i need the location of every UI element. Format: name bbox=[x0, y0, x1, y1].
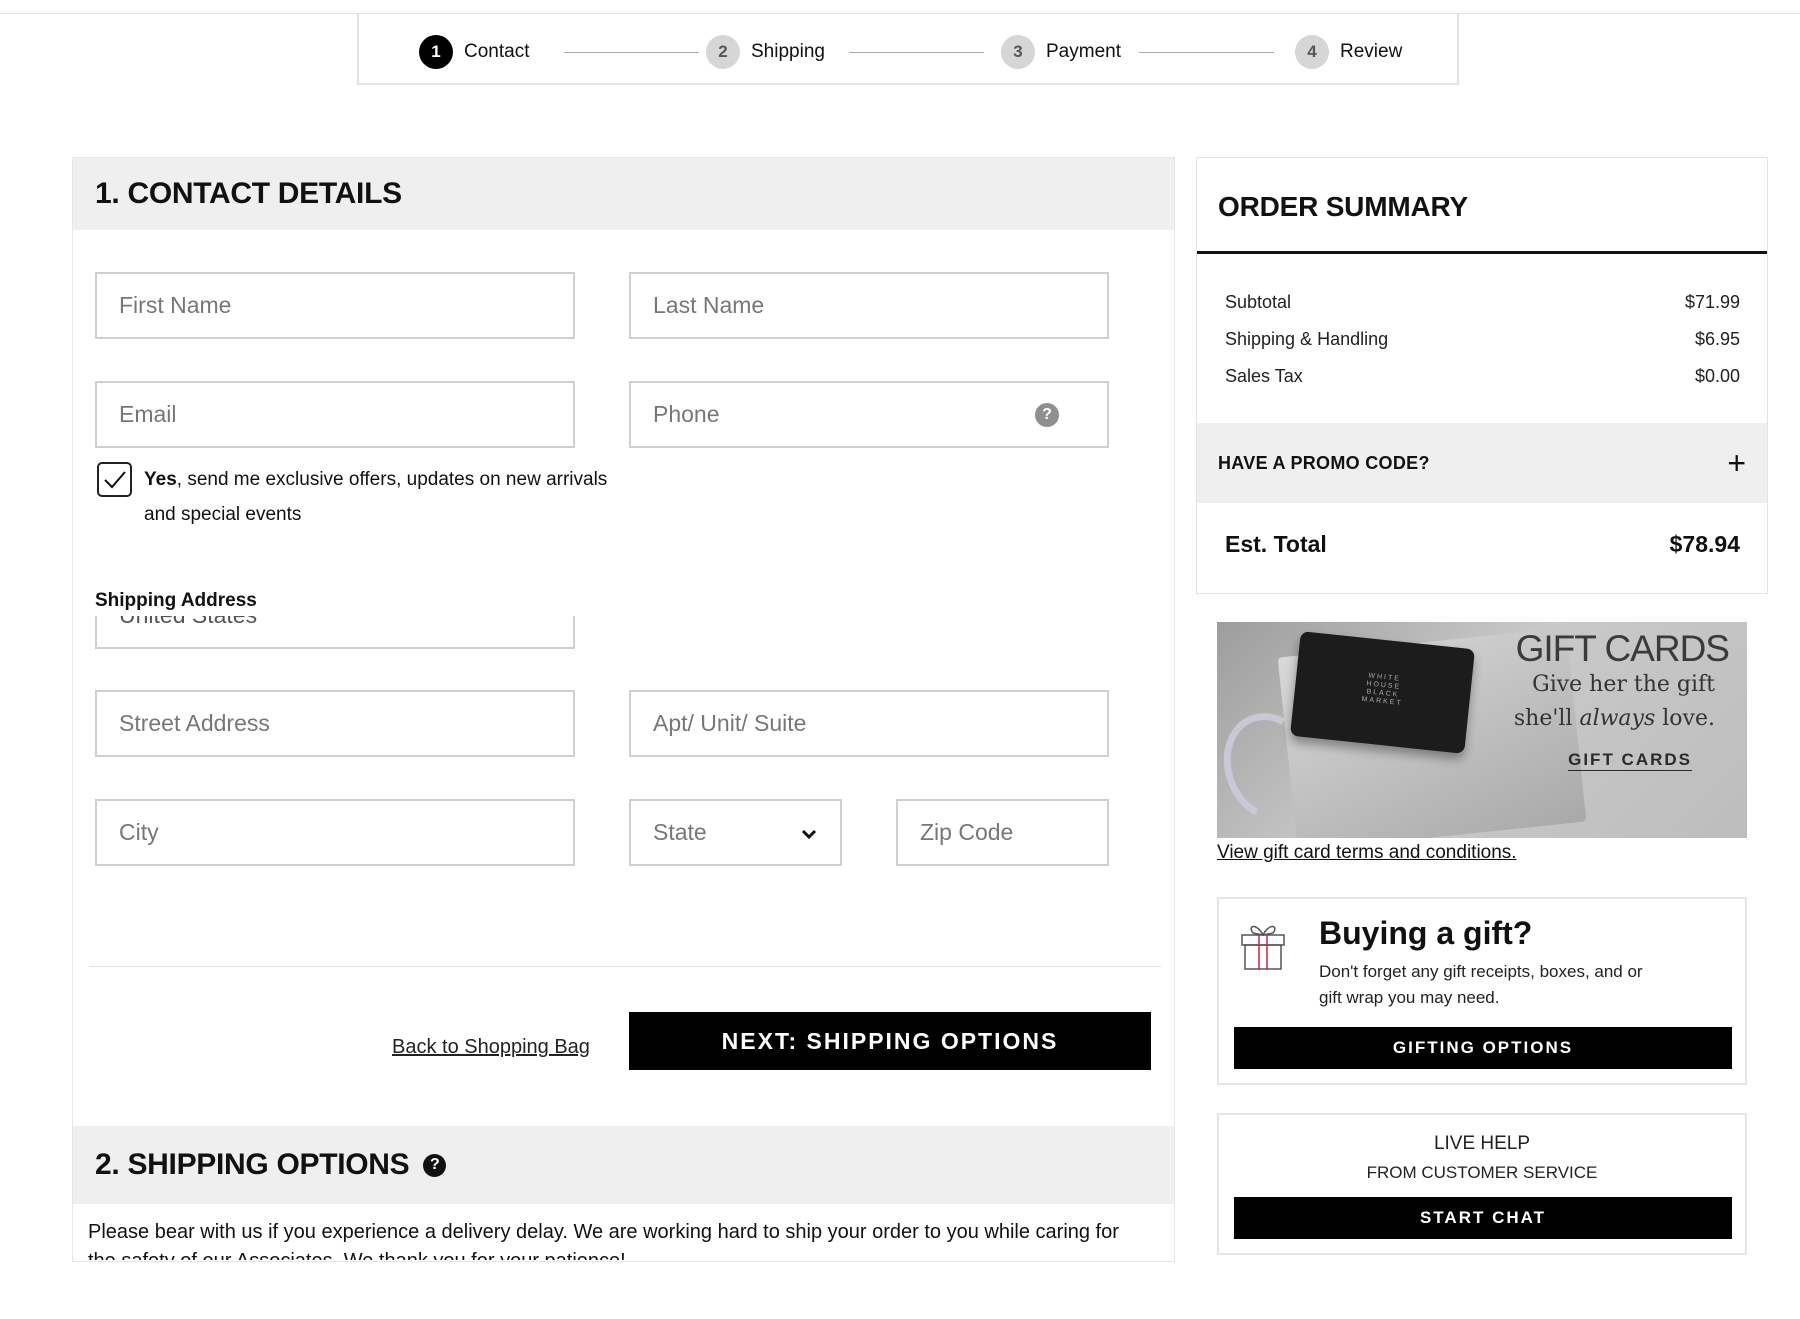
optin-message: , send me exclusive offers, updates on n… bbox=[144, 469, 608, 525]
marketing-optin[interactable]: Yes, send me exclusive offers, updates o… bbox=[97, 462, 644, 532]
estimated-total: Est. Total $78.94 bbox=[1225, 531, 1740, 558]
optin-yes: Yes bbox=[144, 469, 177, 490]
start-chat-button[interactable]: START CHAT bbox=[1234, 1197, 1732, 1239]
step-contact[interactable]: 1 Contact bbox=[419, 35, 529, 69]
email-input[interactable] bbox=[119, 401, 573, 428]
delivery-notice: Please bear with us if you experience a … bbox=[88, 1221, 1119, 1260]
live-help-card: LIVE HELP FROM CUSTOMER SERVICE START CH… bbox=[1217, 1113, 1747, 1255]
country-value: United States bbox=[119, 616, 257, 629]
step-label: Payment bbox=[1046, 41, 1121, 62]
first-name-field[interactable] bbox=[95, 272, 575, 339]
section-title: 2. SHIPPING OPTIONS bbox=[95, 1148, 410, 1181]
order-summary: ORDER SUMMARY Subtotal $71.99 Shipping &… bbox=[1196, 157, 1768, 594]
optin-checkbox[interactable] bbox=[97, 462, 132, 497]
buying-gift-title: Buying a gift? bbox=[1319, 915, 1533, 951]
email-field[interactable] bbox=[95, 381, 575, 448]
step-label: Contact bbox=[464, 41, 530, 62]
buying-gift-card: Buying a gift? Don't forget any gift rec… bbox=[1217, 897, 1747, 1085]
apt-field[interactable] bbox=[629, 690, 1109, 757]
est-total-label: Est. Total bbox=[1225, 531, 1327, 557]
card-logo: WHITE HOUSE BLACK MARKET bbox=[1361, 672, 1403, 708]
summary-label: Subtotal bbox=[1225, 292, 1292, 312]
summary-row-tax: Sales Tax $0.00 bbox=[1225, 366, 1740, 387]
order-summary-title: ORDER SUMMARY bbox=[1197, 158, 1767, 254]
step-shipping[interactable]: 2 Shipping bbox=[706, 35, 825, 69]
summary-label: Shipping & Handling bbox=[1225, 329, 1389, 349]
checkout-progress: 1 Contact 2 Shipping 3 Payment 4 Review bbox=[357, 14, 1459, 85]
summary-row-subtotal: Subtotal $71.99 bbox=[1225, 292, 1740, 313]
step-label: Shipping bbox=[751, 41, 825, 62]
step-number: 1 bbox=[419, 35, 453, 69]
summary-value: $71.99 bbox=[1684, 292, 1740, 312]
zip-code-input[interactable] bbox=[920, 819, 1107, 846]
top-rule bbox=[0, 0, 1800, 14]
zip-code-field[interactable] bbox=[896, 799, 1109, 866]
summary-row-shipping: Shipping & Handling $6.95 bbox=[1225, 329, 1740, 350]
step-label: Review bbox=[1340, 41, 1403, 62]
street-address-input[interactable] bbox=[119, 710, 573, 737]
step-connector bbox=[849, 52, 984, 53]
step-connector bbox=[564, 52, 699, 53]
shipping-address-label: Shipping Address bbox=[95, 590, 257, 611]
promo-code-toggle[interactable]: HAVE A PROMO CODE? + bbox=[1197, 423, 1767, 503]
street-address-field[interactable] bbox=[95, 690, 575, 757]
question-icon[interactable]: ? bbox=[423, 1153, 447, 1177]
state-select[interactable]: State bbox=[629, 799, 842, 866]
back-to-bag-link[interactable]: Back to Shopping Bag bbox=[392, 1036, 590, 1059]
checkout-form-panel: 1. CONTACT DETAILS ? Yes, send me exclus… bbox=[72, 157, 1175, 1262]
gift-cards-tagline: Give her the gift she'll always love. bbox=[1495, 668, 1715, 736]
phone-field[interactable]: ? bbox=[629, 381, 1109, 448]
tagline-emphasis: always bbox=[1579, 706, 1656, 731]
live-help-subtitle: FROM CUSTOMER SERVICE bbox=[1366, 1163, 1598, 1182]
summary-value: $6.95 bbox=[1694, 329, 1740, 349]
step-number: 4 bbox=[1295, 35, 1329, 69]
apt-input[interactable] bbox=[653, 710, 1107, 737]
tagline-pre: she'll bbox=[1513, 706, 1580, 731]
tagline-post: love. bbox=[1655, 706, 1715, 731]
step-connector bbox=[1139, 52, 1274, 53]
checkmark-icon bbox=[103, 470, 126, 488]
gift-card-image: WHITE HOUSE BLACK MARKET bbox=[1289, 631, 1476, 754]
first-name-input[interactable] bbox=[119, 292, 573, 319]
country-select[interactable]: United States bbox=[95, 616, 575, 649]
contact-details-header: 1. CONTACT DETAILS bbox=[73, 158, 1174, 230]
section-title: 1. CONTACT DETAILS bbox=[95, 177, 402, 210]
last-name-field[interactable] bbox=[629, 272, 1109, 339]
gift-cards-title: GIFT CARDS bbox=[1515, 628, 1730, 669]
promo-label: HAVE A PROMO CODE? bbox=[1218, 452, 1430, 473]
optin-text: Yes, send me exclusive offers, updates o… bbox=[144, 462, 644, 532]
chevron-down-icon bbox=[801, 829, 817, 840]
city-field[interactable] bbox=[95, 799, 575, 866]
step-review[interactable]: 4 Review bbox=[1295, 35, 1402, 69]
gift-cards-link[interactable]: GIFT CARDS bbox=[1568, 750, 1692, 771]
question-icon[interactable]: ? bbox=[1035, 403, 1059, 427]
last-name-input[interactable] bbox=[653, 292, 1107, 319]
est-total-value: $78.94 bbox=[1669, 531, 1740, 557]
step-number: 2 bbox=[706, 35, 740, 69]
step-payment[interactable]: 3 Payment bbox=[1001, 35, 1121, 69]
city-input[interactable] bbox=[119, 819, 573, 846]
summary-value: $0.00 bbox=[1694, 366, 1740, 386]
gift-card-terms-link[interactable]: View gift card terms and conditions. bbox=[1217, 842, 1517, 864]
shipping-options-header[interactable]: 2. SHIPPING OPTIONS ? bbox=[73, 1126, 1174, 1204]
buying-gift-text: Don't forget any gift receipts, boxes, a… bbox=[1319, 962, 1643, 1007]
tagline-line-1: Give her the gift bbox=[1532, 672, 1715, 697]
next-shipping-button[interactable]: NEXT: SHIPPING OPTIONS bbox=[629, 1012, 1151, 1070]
live-help-title: LIVE HELP bbox=[1433, 1133, 1531, 1154]
step-number: 3 bbox=[1001, 35, 1035, 69]
plus-icon[interactable]: + bbox=[1727, 445, 1746, 482]
form-divider bbox=[89, 966, 1161, 967]
summary-label: Sales Tax bbox=[1225, 366, 1303, 386]
gift-cards-banner[interactable]: WHITE HOUSE BLACK MARKET GIFT CARDS Give… bbox=[1217, 622, 1747, 838]
gift-icon bbox=[1241, 925, 1285, 970]
gifting-options-button[interactable]: GIFTING OPTIONS bbox=[1234, 1027, 1732, 1069]
